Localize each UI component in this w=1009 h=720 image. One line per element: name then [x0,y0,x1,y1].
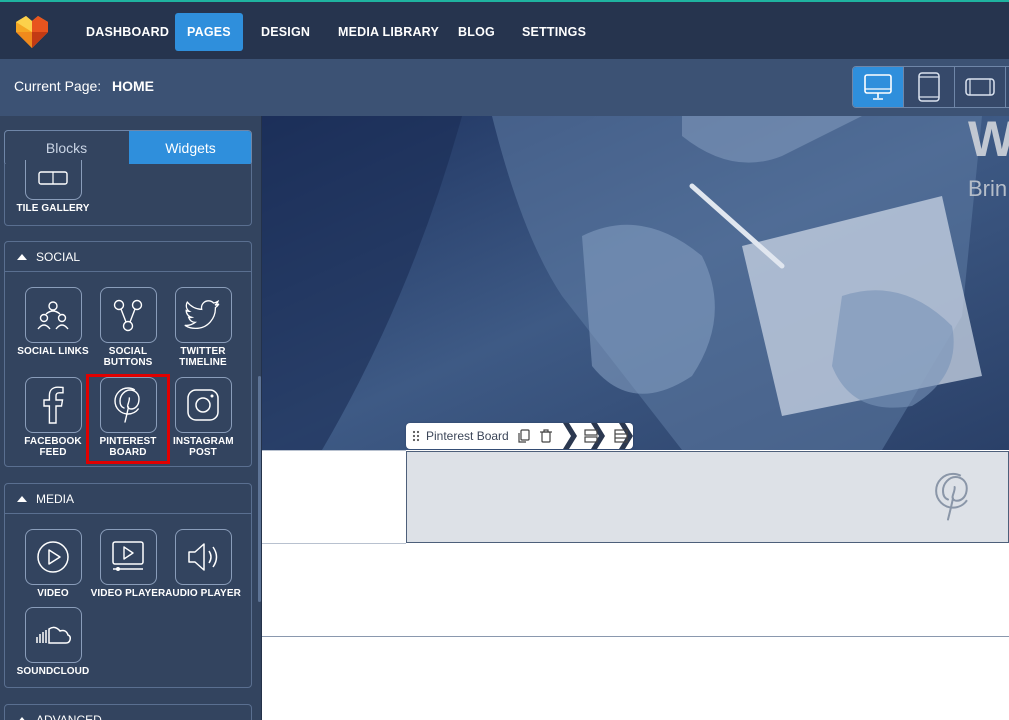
social-buttons-box [99,287,157,343]
tablet-icon [918,72,940,102]
sidebar-scrollbar[interactable] [258,376,261,602]
nav-pages[interactable]: PAGES [175,13,243,51]
column-divider [262,450,406,451]
section-divider [262,636,1009,637]
widget-tile-gallery[interactable]: TILE GALLERY [15,160,91,214]
row-divider [262,543,406,544]
gallery-panel: TILE GALLERY [4,160,252,226]
facebook-feed-box [24,377,82,433]
row-layout-icon[interactable] [584,429,598,443]
tile-gallery-icon [38,170,68,185]
widget-audio-player[interactable]: AUDIO PLAYER [165,529,241,599]
widget-video[interactable]: VIDEO [15,529,91,599]
mobile-landscape-icon [965,78,995,96]
collapse-caret-icon [17,495,27,502]
widget-label: AUDIO PLAYER [165,588,241,599]
tab-widgets[interactable]: Widgets [129,131,251,165]
widget-label: VIDEO PLAYER [90,588,166,599]
nav-settings[interactable]: SETTINGS [510,13,598,51]
widget-twitter-timeline[interactable]: TWITTER TIMELINE [165,287,241,368]
current-page-label: Current Page: [14,78,102,94]
widget-label: TWITTER TIMELINE [179,346,227,368]
desktop-view-button[interactable] [853,67,904,107]
social-buttons-icon [113,299,143,332]
widget-label: INSTAGRAM POST [173,436,234,458]
nav-media-library[interactable]: MEDIA LIBRARY [326,13,451,51]
current-page-value[interactable]: HOME [112,78,154,94]
logo-icon[interactable] [12,12,52,52]
social-panel-title: SOCIAL [36,249,81,264]
widget-label: VIDEO [37,588,69,599]
widget-label: SOCIAL BUTTONS [103,346,153,368]
social-panel-header[interactable]: SOCIAL [5,242,251,272]
page-bar: Current Page: HOME [0,59,1009,116]
selection-highlight [86,374,170,464]
tile-gallery-box [24,160,82,200]
widget-social-buttons[interactable]: SOCIAL BUTTONS [90,287,166,368]
widget-soundcloud[interactable]: SOUNDCLOUD [15,607,91,677]
widget-video-player[interactable]: VIDEO PLAYER [90,529,166,599]
social-links-icon [37,301,69,330]
section-layout-icon[interactable] [614,429,628,443]
widget-toolbar: Pinterest Board [406,423,633,449]
twitter-icon [184,299,220,330]
widget-facebook-feed[interactable]: FACEBOOK FEED [15,377,91,458]
instagram-icon [187,389,219,421]
top-nav: DASHBOARD PAGES DESIGN MEDIA LIBRARY BLO… [0,0,1009,59]
desktop-icon [864,74,892,100]
drag-handle-icon[interactable] [412,430,420,442]
tablet-view-button[interactable] [904,67,955,107]
widget-toolbar-label: Pinterest Board [426,429,509,443]
collapse-caret-icon [17,253,27,260]
delete-icon[interactable] [539,429,553,443]
nav-design[interactable]: DESIGN [249,13,322,51]
nav-blog[interactable]: BLOG [446,13,507,51]
widget-label: SOUNDCLOUD [16,666,90,677]
video-box [24,529,82,585]
advanced-panel: ADVANCED [4,704,252,720]
advanced-panel-title: ADVANCED [36,713,102,720]
widget-instagram-post[interactable]: INSTAGRAM POST [165,377,241,458]
hero-subheading[interactable]: Brin [968,176,1007,202]
hero-background-image [262,116,1009,450]
nav-dashboard[interactable]: DASHBOARD [74,13,181,51]
widget-label: FACEBOOK FEED [24,436,82,458]
soundcloud-icon [36,626,71,644]
widget-label: TILE GALLERY [16,203,90,214]
advanced-panel-header[interactable]: ADVANCED [5,705,251,720]
media-panel-header[interactable]: MEDIA [5,484,251,514]
media-panel-title: MEDIA [36,491,75,506]
pinterest-board-placeholder[interactable] [406,451,1009,543]
video-player-box [99,529,157,585]
widget-label: SOCIAL LINKS [17,346,89,357]
soundcloud-box [24,607,82,663]
mobile-landscape-view-button[interactable] [955,67,1006,107]
video-player-icon [112,541,144,571]
media-panel: MEDIA VIDEO VIDEO PLAYER AUDIO PLAYER SO… [4,483,252,688]
audio-player-box [174,529,232,585]
social-links-box [24,287,82,343]
pinterest-placeholder-icon [935,472,971,521]
audio-player-icon [188,543,218,571]
device-switcher [852,66,1009,108]
twitter-timeline-box [174,287,232,343]
video-icon [37,541,69,573]
facebook-icon [43,386,64,424]
hero-section[interactable]: W Brin [262,116,1009,450]
hero-heading[interactable]: W [968,116,1009,164]
widget-social-links[interactable]: SOCIAL LINKS [15,287,91,357]
copy-icon[interactable] [517,429,531,443]
instagram-post-box [174,377,232,433]
